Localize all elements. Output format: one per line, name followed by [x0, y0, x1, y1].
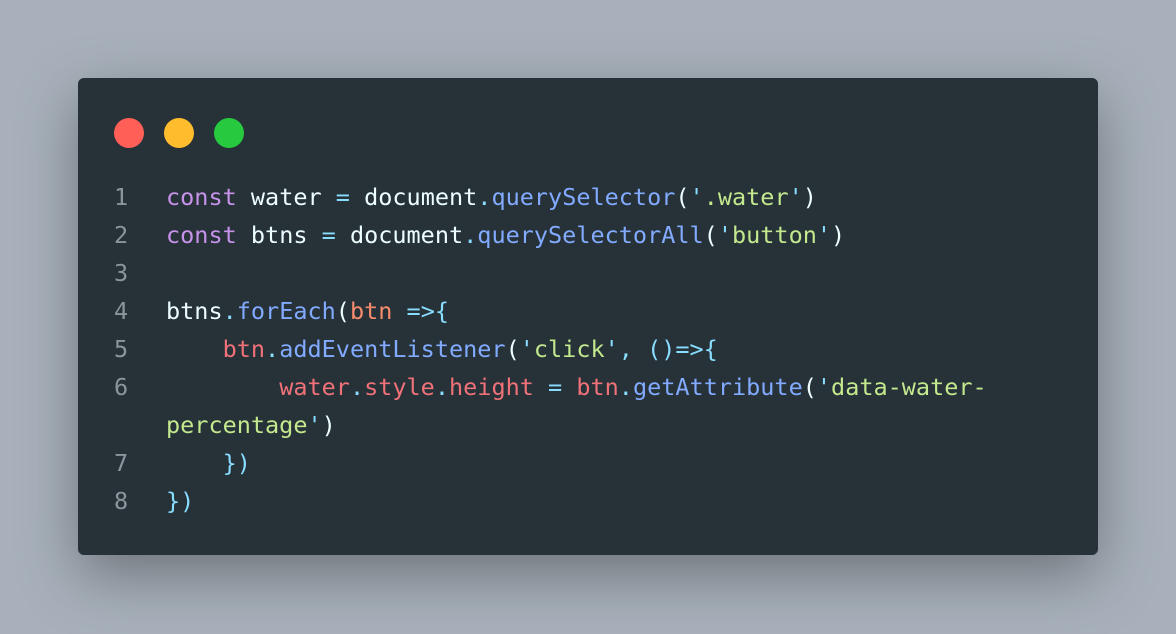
code-token: const: [166, 221, 237, 249]
code-token: .: [222, 297, 237, 325]
close-button-icon[interactable]: [114, 118, 144, 148]
code-token: }): [166, 487, 195, 515]
code-token: water: [236, 183, 336, 211]
code-line: 7 }): [78, 444, 1098, 482]
code-token: ): [831, 221, 846, 249]
code-token: =: [533, 373, 577, 401]
code-token: btns: [236, 221, 322, 249]
code-token: .: [349, 373, 365, 401]
code-token: ': [816, 221, 832, 249]
code-token: ()=>{: [647, 335, 718, 363]
line-number: 8: [114, 487, 129, 515]
code-token: ': [689, 183, 704, 211]
code-token: document: [335, 221, 464, 249]
code-token: ': [717, 221, 732, 249]
code-token: .: [477, 183, 492, 211]
code-token: const: [166, 183, 237, 211]
code-line: 2 const btns = document.querySelectorAll(…: [78, 216, 1098, 254]
code-line: 8}): [78, 482, 1098, 520]
code-token: ): [321, 411, 336, 439]
code-token: ': [307, 411, 322, 439]
code-token: click: [533, 335, 605, 363]
code-token: .: [434, 373, 449, 401]
code-token: getAttribute: [632, 373, 803, 401]
line-number: 3: [114, 259, 129, 287]
code-token: btn: [222, 335, 266, 363]
code-text: btns.forEach(btn =>{: [166, 292, 449, 330]
code-text: water.style.height = btn.getAttribute('d…: [166, 368, 987, 444]
code-token: height: [449, 373, 534, 401]
code-token: forEach: [236, 297, 336, 325]
code-token: (: [802, 373, 817, 401]
minimize-button-icon[interactable]: [164, 118, 194, 148]
code-line: 1 const water = document.querySelector('.…: [78, 178, 1098, 216]
code-token: ': [816, 373, 832, 401]
code-token: water: [279, 373, 350, 401]
zoom-button-icon[interactable]: [214, 118, 244, 148]
code-token: addEventListener: [279, 335, 506, 363]
code-text: const btns = document.querySelectorAll('…: [166, 216, 845, 254]
code-token: =: [335, 183, 350, 211]
line-number: 4: [114, 297, 129, 325]
line-number: 5: [114, 335, 129, 363]
code-line: 5 btn.addEventListener('click', ()=>{: [78, 330, 1098, 368]
code-token: btns: [166, 297, 223, 325]
code-line: 3: [78, 254, 1098, 292]
code-token: ': [604, 335, 619, 363]
code-text: btn.addEventListener('click', ()=>{: [166, 330, 718, 368]
code-token: querySelector: [491, 183, 676, 211]
code-token: .: [265, 335, 280, 363]
code-token: querySelectorAll: [477, 221, 704, 249]
code-token: button: [731, 221, 817, 249]
code-token: (: [703, 221, 718, 249]
code-token: (: [505, 335, 520, 363]
code-token: ): [802, 183, 817, 211]
line-number: 2: [114, 221, 129, 249]
code-token: .: [618, 373, 633, 401]
line-number: 6: [114, 373, 129, 401]
code-token: document: [349, 183, 478, 211]
code-line: 6 water.style.height = btn.getAttribute(…: [78, 368, 1098, 444]
code-text: }): [166, 444, 251, 482]
code-token: =: [321, 221, 336, 249]
code-token: .: [463, 221, 478, 249]
code-token: data-water-: [831, 373, 987, 401]
code-token: }): [222, 449, 251, 477]
line-number: 1: [114, 183, 129, 211]
code-text: const water = document.querySelector('.w…: [166, 178, 817, 216]
line-number: 7: [114, 449, 129, 477]
code-token: (: [675, 183, 690, 211]
code-block: 1 const water = document.querySelector('.…: [78, 178, 1098, 520]
code-text: }): [166, 482, 194, 520]
code-token: ': [519, 335, 534, 363]
code-token: btn: [349, 297, 393, 325]
code-token: ,: [618, 335, 648, 363]
code-window: 1 const water = document.querySelector('.…: [78, 78, 1098, 555]
code-token: =>{: [392, 297, 449, 325]
code-token: percentage: [166, 411, 308, 439]
code-token: .water: [703, 183, 789, 211]
code-token: btn: [576, 373, 619, 401]
code-token: ': [788, 183, 803, 211]
code-line: 4 btns.forEach(btn =>{: [78, 292, 1098, 330]
code-token: (: [335, 297, 350, 325]
code-token: style: [364, 373, 435, 401]
